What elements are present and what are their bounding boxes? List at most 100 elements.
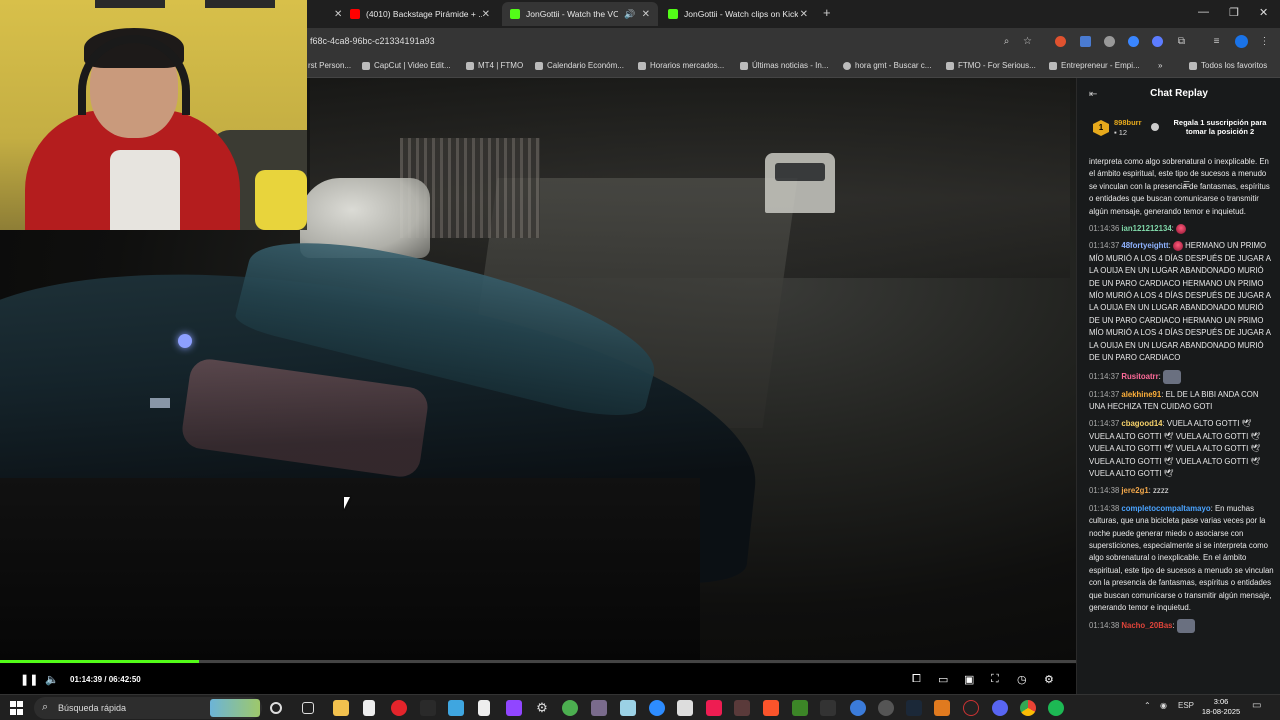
- restore-icon[interactable]: ❐: [1229, 6, 1239, 19]
- menu-dots-icon[interactable]: ⋮: [1258, 35, 1271, 48]
- app-icon[interactable]: [878, 700, 894, 716]
- app-icon[interactable]: [820, 700, 836, 716]
- task-view-icon[interactable]: [302, 702, 314, 714]
- globe-icon: [466, 61, 474, 70]
- twitch-icon[interactable]: [506, 700, 522, 716]
- app-icon[interactable]: [934, 700, 950, 716]
- notifications-icon[interactable]: ▭: [1252, 700, 1261, 711]
- message-username[interactable]: alekhine91: [1121, 390, 1161, 399]
- speaker-icon[interactable]: 🔊: [624, 9, 635, 20]
- bookmark-item[interactable]: CapCut | Video Edit...: [362, 61, 451, 70]
- settings-gear-icon[interactable]: ⚙: [1044, 673, 1054, 686]
- bookmark-item[interactable]: Horarios mercados...: [638, 61, 724, 70]
- tab-kick-clips[interactable]: JonGottii - Watch clips on Kick ✕: [660, 2, 816, 26]
- spotify-icon[interactable]: [1048, 700, 1064, 716]
- message-username[interactable]: Nacho_20Bas: [1121, 621, 1172, 630]
- profile-avatar[interactable]: [1235, 35, 1248, 48]
- app-icon[interactable]: [620, 700, 636, 716]
- chrome-icon[interactable]: [1020, 700, 1036, 716]
- extension-icon[interactable]: [1104, 36, 1115, 47]
- tab-youtube[interactable]: (4010) Backstage Pirámide + ... ✕: [342, 2, 498, 26]
- tab-search-icon[interactable]: ≡: [1210, 35, 1223, 48]
- message-username[interactable]: cbagood14: [1121, 419, 1162, 428]
- pinned-gift-leaderboard[interactable]: 1 898burr ▪ 12 Regala 1 suscripción para…: [1087, 114, 1277, 189]
- opera-icon[interactable]: [391, 700, 407, 716]
- bookmark-item[interactable]: Últimas noticias - In...: [740, 61, 828, 70]
- tray-chevron-icon[interactable]: ⌃: [1144, 701, 1151, 710]
- message-username[interactable]: Rusitoatrr: [1121, 372, 1158, 381]
- extension-icon[interactable]: [1152, 36, 1163, 47]
- brave-icon[interactable]: [763, 700, 779, 716]
- theater-icon[interactable]: ▭: [938, 673, 948, 686]
- steam-icon[interactable]: [906, 700, 922, 716]
- zoom-icon[interactable]: ⌕: [1000, 35, 1013, 48]
- extension-icon[interactable]: [1055, 36, 1066, 47]
- message-username[interactable]: completocompaltamayo: [1121, 504, 1210, 513]
- minimize-icon[interactable]: —: [1198, 6, 1209, 18]
- tab-close-partial[interactable]: ✕: [326, 2, 342, 26]
- capcut-icon[interactable]: [448, 700, 464, 716]
- volume-icon[interactable]: 🔈: [45, 673, 59, 686]
- xbox-icon[interactable]: [792, 700, 808, 716]
- progress-bar[interactable]: [0, 660, 1076, 663]
- pause-icon[interactable]: ❚❚: [20, 673, 38, 686]
- bookmark-item[interactable]: FTMO - For Serious...: [946, 61, 1036, 70]
- app-icon[interactable]: [850, 700, 866, 716]
- message-username[interactable]: jere2g1: [1121, 486, 1148, 495]
- chat-messages: interpreta como algo sobrenatural o inex…: [1089, 156, 1275, 638]
- bookmark-item[interactable]: rst Person...: [308, 61, 351, 70]
- miniplayer-icon[interactable]: ▣: [964, 673, 974, 686]
- extensions-puzzle-icon[interactable]: ⧉: [1175, 35, 1188, 48]
- tiktok-icon[interactable]: [706, 700, 722, 716]
- cortana-icon[interactable]: [270, 702, 282, 714]
- bookmark-item[interactable]: Calendario Económ...: [535, 61, 624, 70]
- emote-image-icon: [1176, 619, 1195, 634]
- mouse-cursor-icon: [344, 497, 350, 509]
- video-frame-light: [150, 398, 170, 408]
- taskbar-search[interactable]: ⌕ Búsqueda rápida: [34, 697, 262, 719]
- network-icon[interactable]: ◉: [1160, 701, 1167, 710]
- search-highlight-image: [210, 699, 260, 717]
- windows-start-icon[interactable]: [10, 701, 24, 715]
- bookmarks-more-button[interactable]: »: [1158, 61, 1162, 70]
- app-icon[interactable]: [562, 700, 578, 716]
- close-icon[interactable]: ✕: [482, 9, 490, 20]
- progress-fill: [0, 660, 200, 663]
- extension-icon[interactable]: [1128, 36, 1139, 47]
- app-icon[interactable]: [420, 700, 436, 716]
- bookmark-item[interactable]: Entrepreneur - Empi...: [1049, 61, 1140, 70]
- time-display: 01:14:39 / 06:42:50: [70, 675, 141, 684]
- bookmark-item[interactable]: hora gmt - Buscar c...: [843, 61, 931, 70]
- close-icon[interactable]: ✕: [800, 9, 808, 20]
- close-icon[interactable]: ✕: [642, 9, 650, 20]
- windows-taskbar: ⌕ Búsqueda rápida ⚙ ⌃ ◉ ESP 3:06 18-08-2…: [0, 694, 1280, 720]
- message-username[interactable]: ian121212134: [1121, 224, 1171, 233]
- speed-icon[interactable]: ◷: [1017, 673, 1027, 686]
- clip-icon[interactable]: ⧠: [912, 673, 921, 686]
- app-icon[interactable]: [677, 700, 693, 716]
- bookmark-item[interactable]: MT4 | FTMO: [466, 61, 523, 70]
- discord-icon[interactable]: [992, 700, 1008, 716]
- translate-icon[interactable]: [1080, 36, 1091, 47]
- webcam-overlay: [0, 0, 307, 230]
- language-indicator[interactable]: ESP: [1178, 701, 1194, 710]
- notepad-icon[interactable]: [363, 700, 375, 716]
- message-text: En muchas culturas, que una bicicleta pa…: [1089, 503, 1274, 612]
- fullscreen-icon[interactable]: ⛶: [991, 673, 999, 686]
- file-explorer-icon[interactable]: [333, 700, 349, 716]
- taskbar-clock[interactable]: 3:06 18-08-2025: [1200, 697, 1242, 717]
- app-icon[interactable]: [591, 700, 607, 716]
- message-username[interactable]: 48fortyeightt: [1121, 241, 1168, 250]
- all-bookmarks-button[interactable]: Todos los favoritos: [1189, 61, 1267, 70]
- zoom-app-icon[interactable]: [649, 700, 665, 716]
- document-icon[interactable]: [478, 700, 490, 716]
- url-field[interactable]: f68c-4ca8-96bc-c21334191a93: [310, 36, 435, 46]
- app-icon[interactable]: [734, 700, 750, 716]
- star-icon[interactable]: ☆: [1021, 35, 1034, 48]
- close-window-icon[interactable]: ✕: [1259, 6, 1268, 19]
- tab-kick-vod[interactable]: JonGottii - Watch the VOD 🔊 ✕: [502, 2, 658, 26]
- new-tab-icon[interactable]: +: [823, 5, 831, 20]
- app-icon[interactable]: [963, 700, 979, 716]
- bookmark-label: CapCut | Video Edit...: [374, 61, 451, 70]
- settings-gear-icon[interactable]: ⚙: [534, 700, 550, 716]
